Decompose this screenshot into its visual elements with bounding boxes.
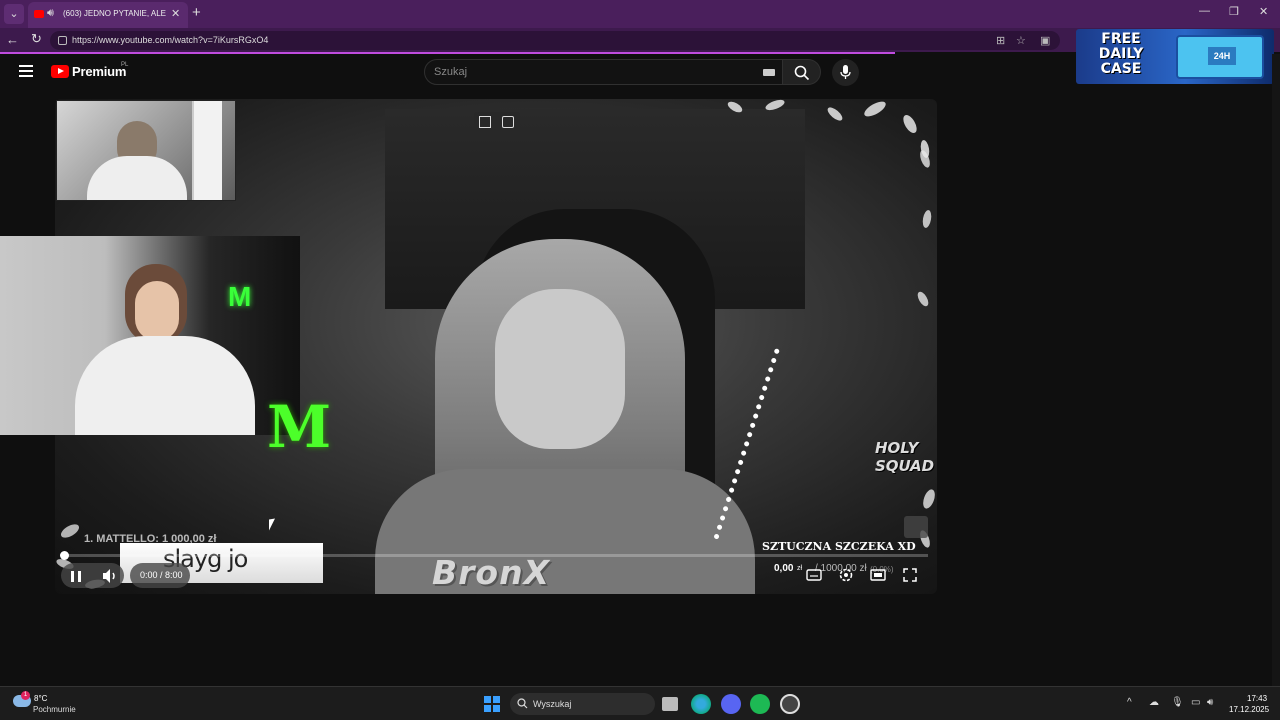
youtube-logo-icon[interactable] bbox=[51, 65, 69, 78]
browser-tab-bar: ⌄ 🔊︎ (603) JEDNO PYTANIE, ALE 10 ✕ + — ❐… bbox=[0, 0, 1280, 28]
tab-title: (603) JEDNO PYTANIE, ALE 10 bbox=[63, 9, 167, 18]
url-field[interactable]: https://www.youtube.com/watch?v=7iKursRG… bbox=[50, 31, 1060, 50]
onedrive-cloud-icon[interactable]: ☁ bbox=[1149, 697, 1159, 708]
page-load-indicator bbox=[0, 52, 895, 54]
url-text[interactable]: https://www.youtube.com/watch?v=7iKursRG… bbox=[72, 35, 268, 45]
new-tab-button[interactable]: + bbox=[192, 4, 201, 22]
monster-energy-logo-icon: M bbox=[267, 393, 332, 461]
search-box bbox=[424, 59, 783, 85]
webcam-overlay-streamer bbox=[56, 100, 236, 201]
miniplayer-button[interactable] bbox=[904, 516, 928, 538]
microphone-icon bbox=[840, 65, 851, 79]
weather-description[interactable]: Pochmurnie bbox=[33, 705, 76, 714]
pause-icon bbox=[71, 571, 74, 582]
network-icon[interactable]: ▭ bbox=[1191, 697, 1200, 708]
youtube-favicon-icon bbox=[34, 10, 44, 18]
edge-browser-icon[interactable] bbox=[691, 694, 711, 714]
favorite-star-icon[interactable]: ☆ bbox=[1016, 34, 1026, 47]
pip-icon[interactable] bbox=[479, 116, 491, 128]
fullscreen-icon[interactable] bbox=[901, 566, 919, 584]
donation-goal-progress: 0,00 bbox=[774, 563, 794, 574]
window-close-icon[interactable]: ✕ bbox=[1259, 5, 1268, 18]
theater-mode-icon[interactable] bbox=[869, 566, 887, 584]
scrubber-handle[interactable] bbox=[60, 551, 69, 560]
time-display: 0:00 / 8:00 bbox=[140, 570, 183, 580]
tab-actions-menu[interactable]: ⌄ bbox=[4, 4, 24, 24]
taskbar-search-label: Wyszukaj bbox=[533, 699, 572, 709]
subtitles-icon[interactable] bbox=[805, 566, 823, 584]
hamburger-menu-icon[interactable] bbox=[19, 65, 33, 77]
leaf-decoration-icon bbox=[727, 99, 930, 158]
settings-gear-icon[interactable] bbox=[837, 566, 855, 584]
streamer-figure bbox=[355, 239, 775, 594]
page-scrollbar[interactable] bbox=[1272, 54, 1280, 686]
taskbar-search[interactable]: Wyszukaj bbox=[510, 693, 655, 715]
app-available-icon[interactable]: ⊞ bbox=[996, 34, 1005, 47]
reload-icon[interactable]: ↻ bbox=[31, 31, 42, 47]
close-tab-icon[interactable]: ✕ bbox=[171, 7, 180, 20]
temperature[interactable]: 8°C bbox=[34, 694, 47, 703]
search-icon bbox=[517, 698, 528, 709]
streamer-name: BronX bbox=[432, 553, 551, 592]
microphone-icon[interactable]: 🎙︎ bbox=[1171, 697, 1184, 708]
search-button[interactable] bbox=[783, 59, 821, 85]
pause-button[interactable] bbox=[62, 564, 90, 588]
notification-badge: 1 bbox=[21, 691, 30, 700]
voice-search-button[interactable] bbox=[832, 59, 859, 86]
minimize-icon[interactable]: — bbox=[1199, 5, 1210, 17]
spotify-icon[interactable] bbox=[750, 694, 770, 714]
country-code: PL bbox=[121, 62, 129, 68]
restore-icon[interactable]: ❐ bbox=[1229, 5, 1239, 18]
chevron-up-icon[interactable]: ^ bbox=[1127, 697, 1132, 708]
leaf-border-icon bbox=[917, 150, 935, 548]
app-icon[interactable] bbox=[780, 694, 800, 714]
notes-icon[interactable] bbox=[502, 116, 514, 128]
browser-tab[interactable]: 🔊︎ (603) JEDNO PYTANIE, ALE 10 ✕ bbox=[28, 2, 188, 28]
case-image: 24H bbox=[1176, 35, 1264, 79]
youtube-brand[interactable]: Premium bbox=[72, 64, 126, 79]
search-input[interactable] bbox=[434, 66, 734, 78]
task-view-icon[interactable] bbox=[662, 697, 678, 711]
progress-bar[interactable] bbox=[62, 554, 928, 557]
discord-icon[interactable] bbox=[721, 694, 741, 714]
player-top-controls bbox=[474, 112, 520, 133]
clock-time[interactable]: 17:43 bbox=[1247, 694, 1267, 703]
ad-banner[interactable]: FREE DAILY CASE 24H bbox=[1076, 29, 1274, 84]
volume-icon bbox=[103, 569, 115, 583]
speaker-icon[interactable]: 🔊︎ bbox=[47, 7, 54, 20]
keyboard-icon[interactable] bbox=[763, 69, 775, 76]
volume-icon[interactable]: 🔊︎ bbox=[1207, 697, 1213, 708]
extension-icon[interactable]: ▣ bbox=[1040, 34, 1050, 47]
mute-button[interactable] bbox=[98, 564, 122, 588]
windows-start-icon[interactable] bbox=[484, 696, 500, 712]
ad-headline: FREE DAILY CASE bbox=[1098, 31, 1144, 77]
site-info-icon[interactable] bbox=[58, 36, 67, 45]
mouse-cursor-icon bbox=[269, 518, 275, 531]
search-icon bbox=[794, 65, 810, 81]
clock-date[interactable]: 17.12.2025 bbox=[1229, 705, 1269, 714]
donation-goal-title: SZTUCZNA SZCZEKA XD bbox=[762, 540, 916, 553]
back-arrow-icon[interactable]: ← bbox=[6, 32, 19, 47]
ad-badge: 24H bbox=[1208, 47, 1236, 65]
webcam-overlay-guest: M bbox=[0, 236, 300, 435]
donation-goal-currency: zł bbox=[797, 565, 803, 572]
